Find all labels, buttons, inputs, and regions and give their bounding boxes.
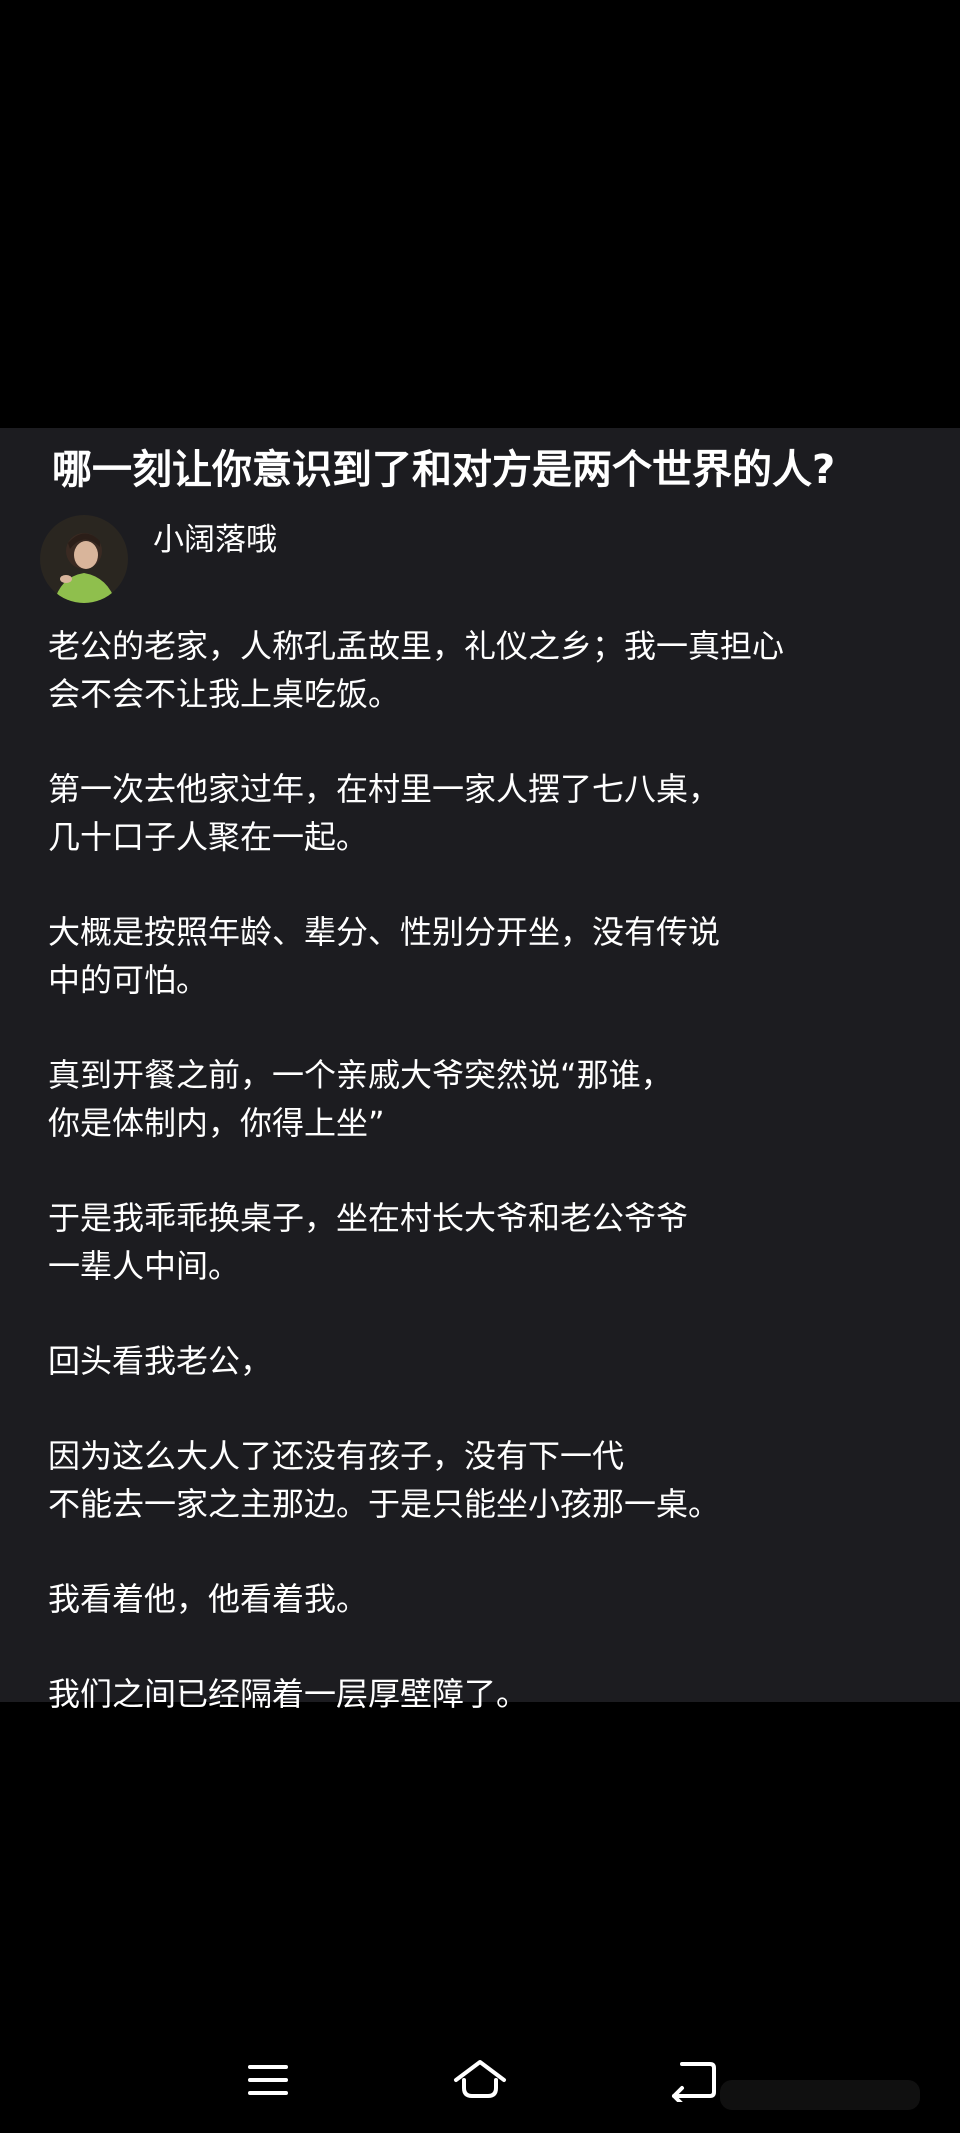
post-body: 老公的老家，人称孔孟故里，礼仪之乡；我一真担心 会不会不让我上桌吃饭。 第一次去… bbox=[48, 622, 928, 1765]
paragraph-line: 大概是按照年龄、辈分、性别分开坐，没有传说 bbox=[48, 913, 721, 951]
paragraph: 真到开餐之前，一个亲戚大爷突然说“那谁， 你是体制内，你得上坐” bbox=[48, 1051, 928, 1147]
question-title[interactable]: 哪一刻让你意识到了和对方是两个世界的人? bbox=[52, 444, 932, 496]
back-icon bbox=[672, 2062, 716, 2102]
home-button[interactable] bbox=[430, 2030, 530, 2130]
paragraph-line: 我看着他，他看着我。 bbox=[48, 1580, 369, 1618]
paragraph-line: 几十口子人聚在一起。 bbox=[48, 818, 369, 856]
paragraph: 回头看我老公， bbox=[48, 1337, 928, 1385]
watermark-smudge bbox=[720, 2080, 920, 2110]
avatar-photo bbox=[40, 515, 128, 603]
home-icon bbox=[454, 2060, 506, 2098]
paragraph-line: 于是我乖乖换桌子，坐在村长大爷和老公爷爷 bbox=[48, 1199, 689, 1237]
paragraph-line: 我们之间已经隔着一层厚壁障了。 bbox=[48, 1675, 529, 1713]
paragraph: 于是我乖乖换桌子，坐在村长大爷和老公爷爷 一辈人中间。 bbox=[48, 1194, 928, 1290]
paragraph-line: 回头看我老公， bbox=[48, 1342, 273, 1380]
author-name[interactable]: 小阔落哦 bbox=[153, 520, 277, 560]
paragraph-line: 不能去一家之主那边。于是只能坐小孩那一桌。 bbox=[48, 1485, 721, 1523]
menu-icon bbox=[248, 2065, 288, 2095]
paragraph: 老公的老家，人称孔孟故里，礼仪之乡；我一真担心 会不会不让我上桌吃饭。 bbox=[48, 622, 928, 718]
paragraph-line: 会不会不让我上桌吃饭。 bbox=[48, 675, 401, 713]
paragraph-line: 你是体制内，你得上坐” bbox=[48, 1104, 385, 1142]
paragraph-line: 第一次去他家过年，在村里一家人摆了七八桌， bbox=[48, 770, 721, 808]
author-avatar[interactable] bbox=[40, 515, 128, 603]
paragraph: 第一次去他家过年，在村里一家人摆了七八桌， 几十口子人聚在一起。 bbox=[48, 765, 928, 861]
paragraph-line: 老公的老家，人称孔孟故里，礼仪之乡；我一真担心 bbox=[48, 627, 785, 665]
paragraph-line: 真到开餐之前，一个亲戚大爷突然说“那谁， bbox=[48, 1056, 673, 1094]
paragraph-line: 因为这么大人了还没有孩子，没有下一代 bbox=[48, 1437, 625, 1475]
paragraph: 因为这么大人了还没有孩子，没有下一代 不能去一家之主那边。于是只能坐小孩那一桌。 bbox=[48, 1432, 928, 1528]
paragraph: 大概是按照年龄、辈分、性别分开坐，没有传说 中的可怕。 bbox=[48, 908, 928, 1004]
paragraph: 我们之间已经隔着一层厚壁障了。 bbox=[48, 1670, 928, 1718]
paragraph: 我看着他，他看着我。 bbox=[48, 1575, 928, 1623]
menu-button[interactable] bbox=[218, 2030, 318, 2130]
paragraph-line: 中的可怕。 bbox=[48, 961, 209, 999]
paragraph-line: 一辈人中间。 bbox=[48, 1247, 241, 1285]
